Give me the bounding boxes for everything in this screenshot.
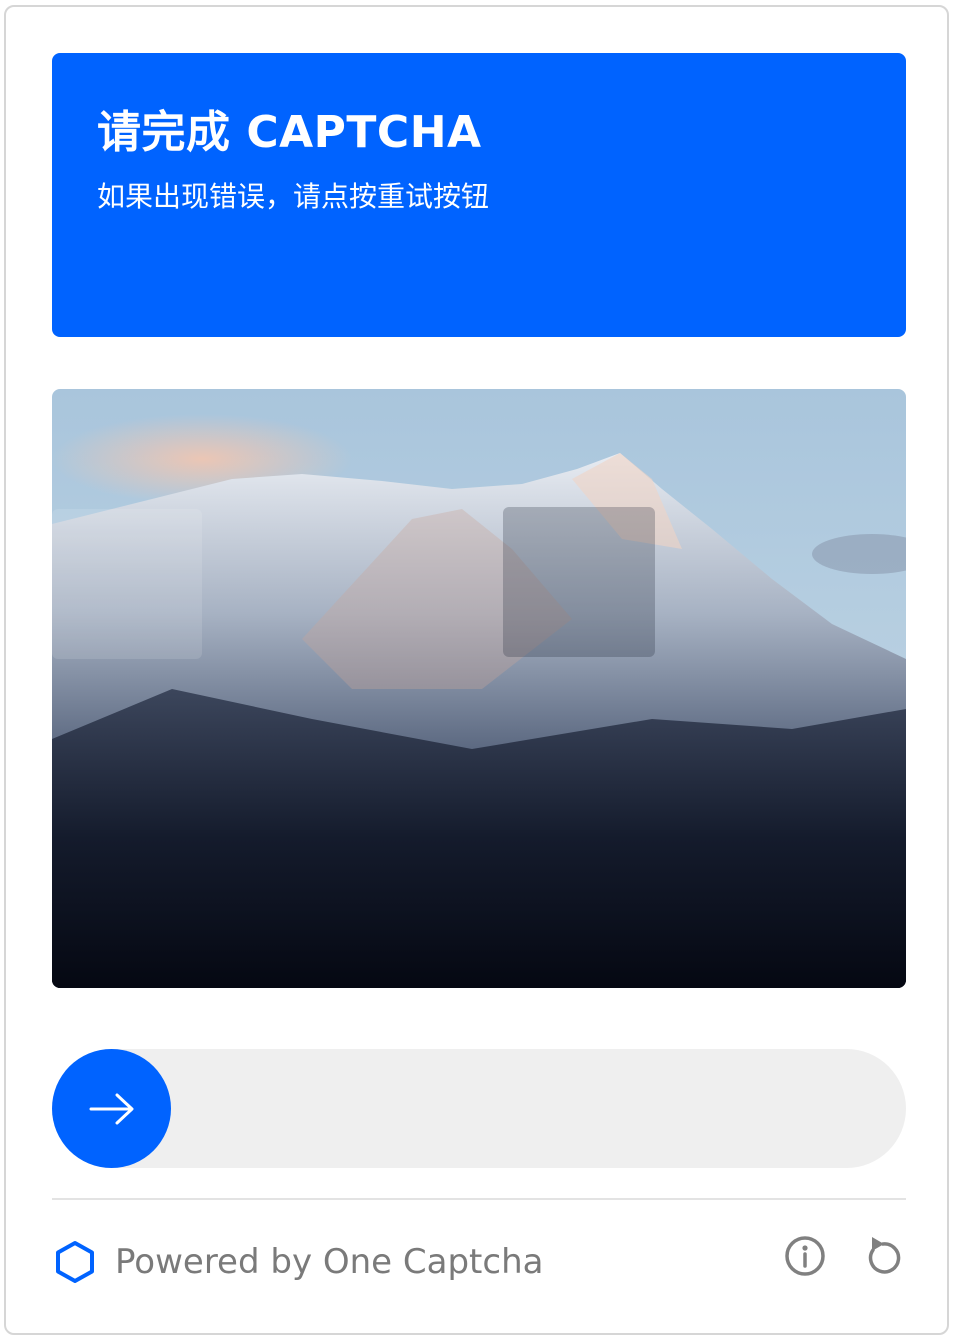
footer-divider bbox=[52, 1198, 906, 1200]
puzzle-image bbox=[52, 389, 906, 988]
captcha-header: 请完成 CAPTCHA 如果出现错误，请点按重试按钮 bbox=[52, 53, 906, 337]
captcha-subtitle: 如果出现错误，请点按重试按钮 bbox=[97, 180, 490, 213]
brand-text: Powered by One Captcha bbox=[115, 1242, 544, 1282]
refresh-icon[interactable] bbox=[861, 1234, 905, 1278]
slider-handle[interactable] bbox=[52, 1049, 171, 1168]
puzzle-slot bbox=[503, 507, 655, 657]
mountain-image bbox=[52, 389, 906, 988]
arrow-right-icon bbox=[89, 1093, 134, 1125]
slider-track[interactable] bbox=[52, 1049, 906, 1168]
puzzle-piece bbox=[52, 509, 202, 659]
captcha-title: 请完成 CAPTCHA bbox=[97, 107, 482, 158]
info-icon[interactable] bbox=[783, 1234, 827, 1278]
hexagon-icon bbox=[56, 1241, 94, 1283]
